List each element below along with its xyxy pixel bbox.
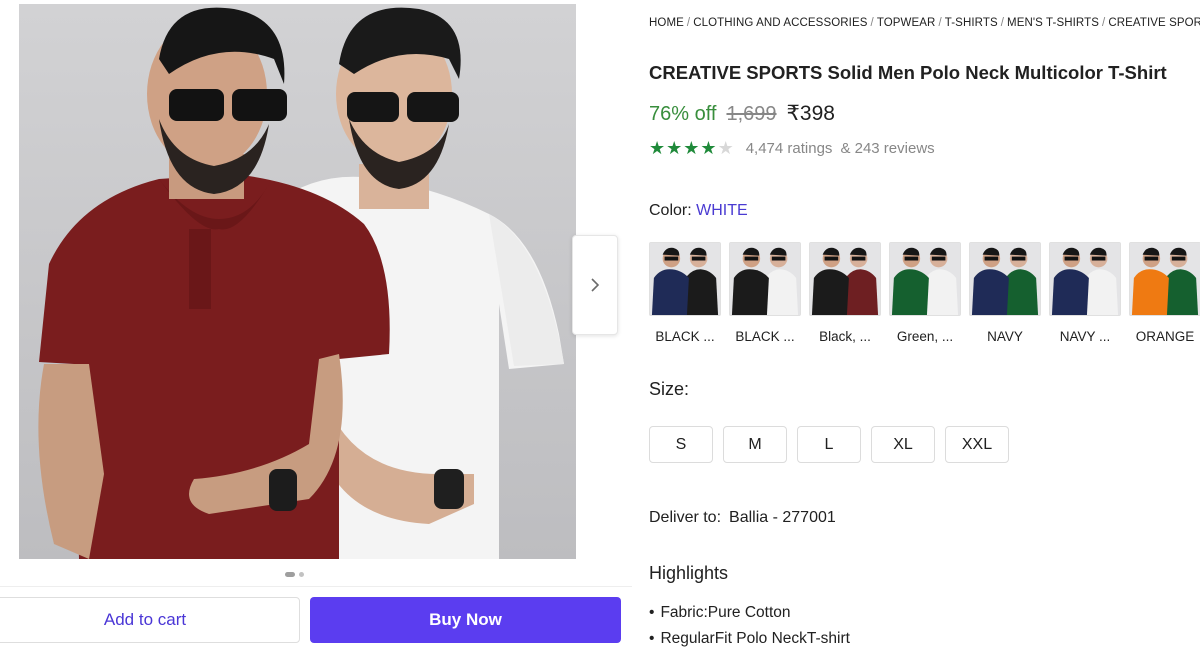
gallery-dot-active[interactable]	[285, 572, 295, 577]
size-option-xxl[interactable]: XXL	[945, 426, 1009, 463]
size-option-xl[interactable]: XL	[871, 426, 935, 463]
color-swatch-thumbnail	[889, 242, 961, 316]
star-icon: ★	[649, 138, 666, 158]
highlight-item: Fabric:Pure Cotton	[649, 604, 850, 630]
buy-now-button[interactable]: Buy Now	[310, 597, 621, 643]
discount-percent: 76% off	[649, 103, 717, 125]
color-swatch[interactable]: NAVY	[969, 242, 1041, 344]
breadcrumb-brand[interactable]: CREATIVE SPORTS	[1108, 17, 1200, 29]
size-option-m[interactable]: M	[723, 426, 787, 463]
highlights-title: Highlights	[649, 563, 729, 583]
color-swatch-thumbnail	[649, 242, 721, 316]
highlight-item: RegularFit Polo NeckT-shirt	[649, 630, 850, 655]
product-gallery: Add to cart Buy Now	[0, 0, 632, 655]
color-swatch-thumbnail	[1049, 242, 1121, 316]
product-main-image[interactable]	[19, 4, 576, 559]
color-label: Color:	[649, 202, 692, 219]
rating-stars: ★ ★ ★ ★ ★	[649, 139, 734, 157]
divider	[0, 586, 632, 587]
selling-price: ₹398	[786, 102, 835, 125]
gallery-pagination	[285, 572, 304, 577]
product-title: CREATIVE SPORTS Solid Men Polo Neck Mult…	[649, 62, 1167, 83]
breadcrumb-topwear[interactable]: TOPWEAR	[877, 17, 936, 29]
reviews-count: & 243 reviews	[840, 139, 935, 157]
size-option-s[interactable]: S	[649, 426, 713, 463]
color-swatch-label: ORANGE	[1135, 329, 1195, 344]
color-swatch-label: BLACK ...	[735, 329, 795, 344]
color-swatch[interactable]: NAVY ...	[1049, 242, 1121, 344]
add-to-cart-button[interactable]: Add to cart	[0, 597, 300, 643]
highlights-list: Fabric:Pure Cotton RegularFit Polo NeckT…	[649, 604, 850, 655]
chevron-right-icon	[591, 278, 600, 292]
delivery-label: Deliver to:	[649, 509, 722, 526]
color-swatch[interactable]: ORANGE	[1129, 242, 1200, 344]
color-label-row: Color: WHITE	[649, 202, 748, 220]
color-swatch-label: Green, ...	[896, 329, 954, 344]
size-label: Size:	[649, 379, 690, 399]
star-icon: ★	[666, 138, 683, 158]
rating-row[interactable]: ★ ★ ★ ★ ★ 4,474 ratings & 243 reviews	[649, 139, 935, 157]
star-icon: ★	[683, 138, 700, 158]
ratings-count: 4,474 ratings	[745, 139, 833, 157]
color-swatch[interactable]: Green, ...	[889, 242, 961, 344]
size-option-l[interactable]: L	[797, 426, 861, 463]
selected-color: WHITE	[696, 202, 748, 219]
gallery-dot[interactable]	[299, 572, 304, 577]
breadcrumb-home[interactable]: HOME	[649, 17, 684, 29]
breadcrumb-mens-tshirts[interactable]: MEN'S T-SHIRTS	[1007, 17, 1099, 29]
product-details: HOME / CLOTHING AND ACCESSORIES / TOPWEAR / T-…	[649, 0, 1200, 655]
color-swatch-thumbnail	[969, 242, 1041, 316]
star-empty-icon: ★	[717, 138, 734, 158]
delivery-location: Ballia - 277001	[729, 509, 836, 526]
color-swatch-thumbnail	[729, 242, 801, 316]
color-swatch[interactable]: BLACK ...	[649, 242, 721, 344]
color-swatch-label: NAVY	[987, 329, 1023, 344]
delivery-row[interactable]: Deliver to: Ballia - 277001	[649, 509, 836, 527]
color-swatch-label: BLACK ...	[655, 329, 715, 344]
breadcrumb: HOME / CLOTHING AND ACCESSORIES / TOPWEAR / T-…	[649, 17, 1200, 29]
size-options: S M L XL XXL	[649, 426, 1009, 463]
color-swatch-label: NAVY ...	[1059, 329, 1111, 344]
color-swatch-thumbnail	[1129, 242, 1200, 316]
color-swatches: BLACK ... BLACK ... Black, ... Green, ... NA…	[649, 242, 1200, 344]
original-price: 1,699	[726, 103, 777, 125]
color-swatch[interactable]: BLACK ...	[729, 242, 801, 344]
star-icon: ★	[700, 138, 717, 158]
breadcrumb-clothing[interactable]: CLOTHING AND ACCESSORIES	[693, 17, 867, 29]
color-swatch-label: Black, ...	[819, 329, 871, 344]
breadcrumb-tshirts[interactable]: T-SHIRTS	[945, 17, 998, 29]
gallery-next-button[interactable]	[572, 235, 618, 335]
color-swatch-thumbnail	[809, 242, 881, 316]
price-row: 76% off 1,699 ₹398	[649, 101, 835, 126]
color-swatch[interactable]: Black, ...	[809, 242, 881, 344]
